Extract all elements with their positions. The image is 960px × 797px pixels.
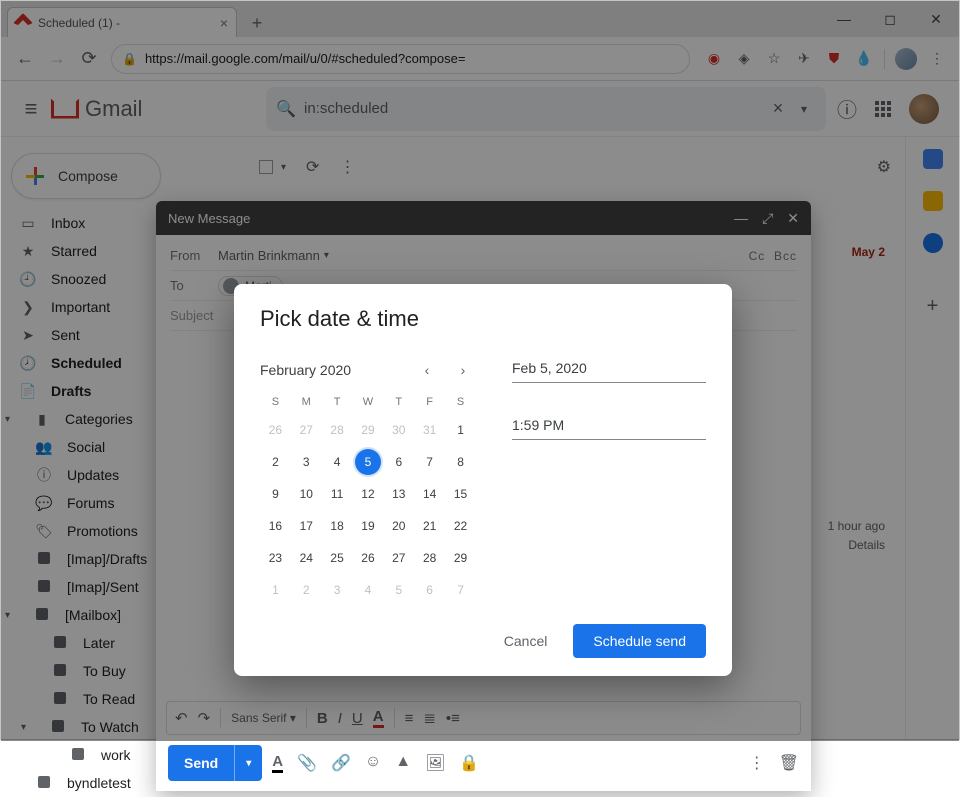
calendar-day[interactable]: 5 bbox=[353, 446, 384, 478]
schedule-send-button[interactable]: Schedule send bbox=[573, 624, 706, 658]
calendar-day[interactable]: 3 bbox=[322, 574, 353, 606]
calendar-day[interactable]: 30 bbox=[383, 414, 414, 446]
calendar-day[interactable]: 16 bbox=[260, 510, 291, 542]
calendar-day[interactable]: 23 bbox=[260, 542, 291, 574]
prev-month-button[interactable]: ‹ bbox=[414, 357, 440, 383]
formatting-icon[interactable]: A bbox=[272, 753, 283, 773]
send-button[interactable]: Send ▾ bbox=[168, 745, 262, 781]
calendar-day[interactable]: 19 bbox=[353, 510, 384, 542]
calendar-day[interactable]: 18 bbox=[322, 510, 353, 542]
chrome-window: Scheduled (1) - × + — ◻ ✕ ← → ⟳ 🔒 https:… bbox=[0, 0, 960, 740]
calendar-day[interactable]: 13 bbox=[383, 478, 414, 510]
date-input[interactable] bbox=[512, 356, 706, 383]
calendar-day[interactable]: 29 bbox=[353, 414, 384, 446]
calendar-day[interactable]: 12 bbox=[353, 478, 384, 510]
calendar-day[interactable]: 27 bbox=[291, 414, 322, 446]
weekday-header: M bbox=[291, 390, 322, 414]
calendar-day[interactable]: 15 bbox=[445, 478, 476, 510]
calendar-day[interactable]: 2 bbox=[291, 574, 322, 606]
more-options-icon[interactable]: ⋮ bbox=[749, 753, 765, 773]
label-icon bbox=[69, 747, 87, 763]
calendar-day[interactable]: 14 bbox=[414, 478, 445, 510]
calendar-day[interactable]: 26 bbox=[260, 414, 291, 446]
dialog-actions: Cancel Schedule send bbox=[260, 624, 706, 658]
label-icon bbox=[35, 775, 53, 791]
calendar-day[interactable]: 4 bbox=[353, 574, 384, 606]
calendar-day[interactable]: 28 bbox=[322, 414, 353, 446]
folder-label: work bbox=[101, 747, 131, 763]
calendar-day[interactable]: 7 bbox=[445, 574, 476, 606]
calendar-day[interactable]: 10 bbox=[291, 478, 322, 510]
weekday-header: T bbox=[322, 390, 353, 414]
send-label: Send bbox=[168, 755, 234, 771]
cancel-button[interactable]: Cancel bbox=[492, 624, 560, 658]
confidential-icon[interactable]: 🔒 bbox=[459, 753, 479, 773]
schedule-dialog: Pick date & time February 2020 ‹ › SMTWT… bbox=[234, 284, 732, 676]
calendar-day[interactable]: 6 bbox=[383, 446, 414, 478]
calendar-month-label: February 2020 bbox=[260, 362, 351, 378]
calendar-day[interactable]: 1 bbox=[445, 414, 476, 446]
calendar: February 2020 ‹ › SMTWTFS 26272829303112… bbox=[260, 354, 476, 606]
calendar-day[interactable]: 28 bbox=[414, 542, 445, 574]
emoji-icon[interactable]: ☺ bbox=[365, 753, 381, 773]
calendar-day[interactable]: 25 bbox=[322, 542, 353, 574]
calendar-day[interactable]: 11 bbox=[322, 478, 353, 510]
weekday-header: S bbox=[445, 390, 476, 414]
calendar-grid: SMTWTFS 26272829303112345678910111213141… bbox=[260, 390, 476, 606]
weekday-header: F bbox=[414, 390, 445, 414]
calendar-day[interactable]: 29 bbox=[445, 542, 476, 574]
gmail-app: ≡ Gmail 🔍 in:scheduled × ▾ ⓘ bbox=[1, 81, 959, 739]
time-input[interactable] bbox=[512, 413, 706, 440]
calendar-day[interactable]: 5 bbox=[383, 574, 414, 606]
calendar-day[interactable]: 7 bbox=[414, 446, 445, 478]
calendar-day[interactable]: 20 bbox=[383, 510, 414, 542]
calendar-day[interactable]: 27 bbox=[383, 542, 414, 574]
dialog-title: Pick date & time bbox=[260, 306, 706, 332]
discard-icon[interactable]: 🗑 bbox=[779, 753, 799, 773]
calendar-day[interactable]: 26 bbox=[353, 542, 384, 574]
calendar-day[interactable]: 31 bbox=[414, 414, 445, 446]
insert-tools: A 📎 🔗 ☺ ▲ 🖼 🔒 bbox=[272, 753, 479, 773]
calendar-day[interactable]: 8 bbox=[445, 446, 476, 478]
calendar-day[interactable]: 2 bbox=[260, 446, 291, 478]
calendar-day[interactable]: 21 bbox=[414, 510, 445, 542]
calendar-day[interactable]: 4 bbox=[322, 446, 353, 478]
weekday-header: S bbox=[260, 390, 291, 414]
next-month-button[interactable]: › bbox=[450, 357, 476, 383]
calendar-day[interactable]: 17 bbox=[291, 510, 322, 542]
calendar-day[interactable]: 24 bbox=[291, 542, 322, 574]
calendar-day[interactable]: 6 bbox=[414, 574, 445, 606]
folder-label: byndletest bbox=[67, 775, 131, 791]
calendar-day[interactable]: 22 bbox=[445, 510, 476, 542]
calendar-day[interactable]: 9 bbox=[260, 478, 291, 510]
weekday-header: W bbox=[353, 390, 384, 414]
image-icon[interactable]: 🖼 bbox=[425, 753, 445, 773]
calendar-day[interactable]: 3 bbox=[291, 446, 322, 478]
send-more-caret[interactable]: ▾ bbox=[234, 745, 262, 781]
calendar-day[interactable]: 1 bbox=[260, 574, 291, 606]
datetime-inputs bbox=[512, 354, 706, 606]
weekday-header: T bbox=[383, 390, 414, 414]
send-row: Send ▾ A 📎 🔗 ☺ ▲ 🖼 🔒 ⋮ 🗑 bbox=[156, 735, 811, 791]
link-icon[interactable]: 🔗 bbox=[331, 753, 351, 773]
attach-icon[interactable]: 📎 bbox=[297, 753, 317, 773]
drive-icon[interactable]: ▲ bbox=[395, 753, 411, 773]
